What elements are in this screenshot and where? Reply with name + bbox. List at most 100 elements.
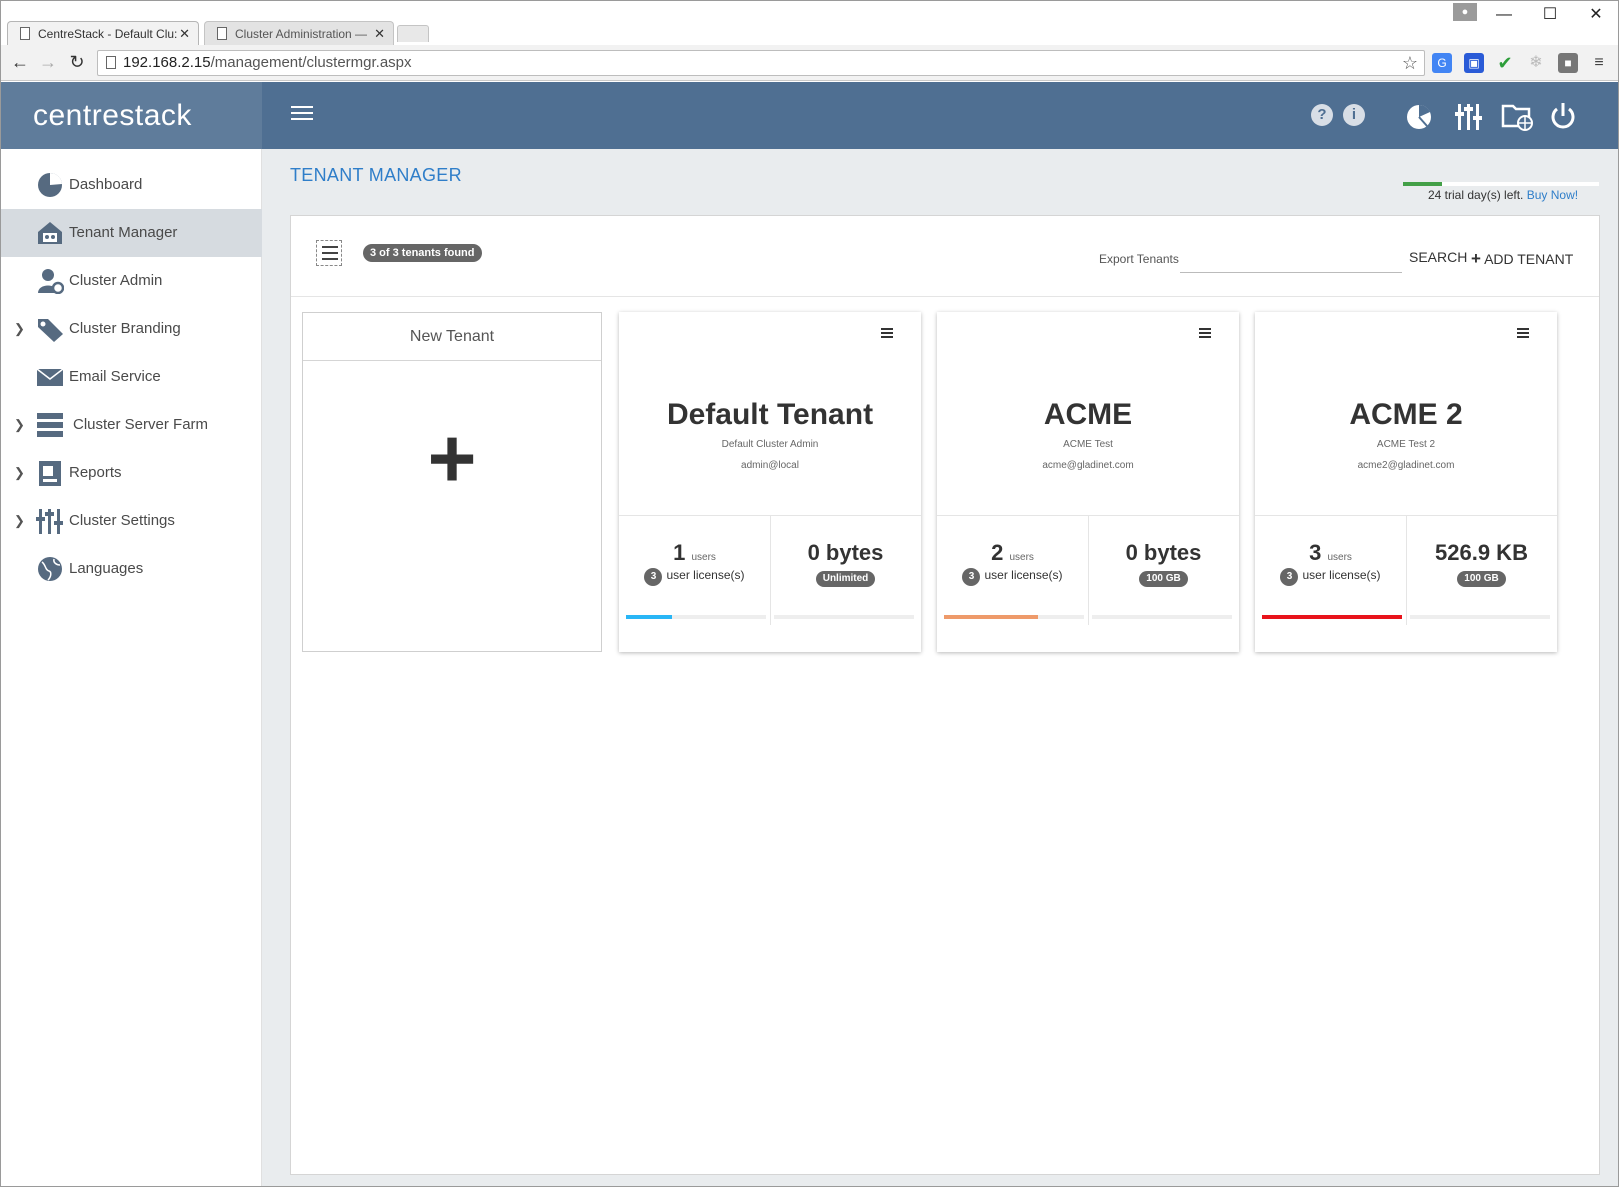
plus-icon[interactable]: + bbox=[303, 408, 601, 508]
search-button[interactable]: SEARCH bbox=[1409, 249, 1467, 265]
sidebar-item-label: Tenant Manager bbox=[69, 224, 178, 241]
browser-tab-inactive[interactable]: Cluster Administration — ✕ bbox=[204, 21, 394, 45]
sidebar-item-tenant-manager[interactable]: Tenant Manager bbox=[1, 209, 262, 257]
info-icon[interactable]: i bbox=[1343, 104, 1365, 126]
chevron-right-icon[interactable]: ❯ bbox=[14, 449, 25, 497]
chrome-menu-icon[interactable]: ≡ bbox=[1589, 53, 1609, 73]
shield-extension-icon[interactable]: ■ bbox=[1558, 53, 1578, 73]
folder-globe-icon[interactable] bbox=[1501, 98, 1535, 132]
address-bar[interactable]: 192.168.2.15/management/clustermgr.aspx … bbox=[97, 50, 1425, 76]
reload-icon[interactable]: ↻ bbox=[66, 51, 88, 73]
page-info-icon[interactable] bbox=[106, 56, 116, 69]
sidebar-item-cluster-server-farm[interactable]: ❯ Cluster Server Farm bbox=[1, 401, 262, 449]
sidebar-item-label: Cluster Admin bbox=[69, 272, 163, 289]
chevron-right-icon[interactable]: ❯ bbox=[14, 305, 25, 353]
sidebar-item-label: Cluster Branding bbox=[69, 320, 181, 337]
user-usage-bar bbox=[1262, 615, 1402, 619]
tenant-email: acme@gladinet.com bbox=[1042, 460, 1134, 471]
tenant-card[interactable]: ACME ACME Test acme@gladinet.com 2 users… bbox=[937, 312, 1239, 652]
hamburger-menu-icon[interactable] bbox=[291, 102, 313, 124]
browser-toolbar: ← → ↻ 192.168.2.15/management/clustermgr… bbox=[1, 45, 1618, 81]
dashboard-icon bbox=[36, 172, 64, 198]
close-window-button[interactable]: ✕ bbox=[1573, 3, 1618, 27]
trial-progress-fill bbox=[1403, 182, 1443, 186]
sidebar-item-email-service[interactable]: Email Service bbox=[1, 353, 262, 401]
close-tab-icon[interactable]: ✕ bbox=[374, 22, 385, 45]
new-tenant-title: New Tenant bbox=[303, 313, 601, 361]
sidebar-item-label: Dashboard bbox=[69, 176, 143, 193]
tools-icon[interactable] bbox=[1455, 98, 1483, 132]
page-icon bbox=[217, 27, 227, 40]
translate-extension-icon[interactable]: G bbox=[1432, 53, 1452, 73]
tenant-card[interactable]: ACME 2 ACME Test 2 acme2@gladinet.com 3 … bbox=[1255, 312, 1557, 652]
export-tenants-link[interactable]: Export Tenants bbox=[1099, 252, 1179, 266]
globe-icon bbox=[36, 556, 64, 582]
sidebar-item-languages[interactable]: Languages bbox=[1, 545, 262, 593]
main-content: TENANT MANAGER 24 trial day(s) left. Buy… bbox=[262, 149, 1618, 1186]
toolbar-divider bbox=[291, 296, 1599, 297]
branding-tag-icon bbox=[36, 316, 64, 342]
help-icon[interactable]: ? bbox=[1311, 104, 1333, 126]
storage-used: 0 bytes bbox=[807, 540, 884, 565]
user-usage-bar bbox=[626, 615, 766, 619]
screen-extension-icon[interactable]: ▣ bbox=[1464, 53, 1484, 73]
bookmark-star-icon[interactable]: ☆ bbox=[1402, 51, 1418, 75]
sidebar-item-cluster-settings[interactable]: ❯ Cluster Settings bbox=[1, 497, 262, 545]
tenant-name: Default Tenant bbox=[666, 398, 874, 431]
url-text[interactable]: 192.168.2.15/management/clustermgr.aspx bbox=[123, 51, 412, 75]
tenant-description: ACME Test bbox=[1063, 439, 1113, 450]
back-arrow-icon[interactable]: ← bbox=[9, 51, 31, 73]
tab-title: CentreStack - Default Clu: bbox=[38, 27, 178, 41]
cluster-admin-icon bbox=[36, 268, 65, 295]
new-tab-button[interactable] bbox=[397, 25, 429, 42]
storage-used: 0 bytes bbox=[1125, 540, 1202, 565]
chevron-right-icon[interactable]: ❯ bbox=[14, 401, 25, 449]
sidebar-item-reports[interactable]: ❯ Reports bbox=[1, 449, 262, 497]
list-view-icon[interactable] bbox=[316, 240, 342, 266]
trial-progress-bar bbox=[1403, 182, 1599, 186]
tenant-email: admin@local bbox=[741, 460, 799, 471]
power-icon[interactable] bbox=[1549, 98, 1577, 132]
server-farm-icon bbox=[36, 412, 64, 438]
new-tenant-card[interactable]: New Tenant + bbox=[302, 312, 602, 652]
tenant-description: Default Cluster Admin bbox=[721, 439, 819, 450]
card-menu-icon[interactable] bbox=[1517, 328, 1529, 340]
sidebar-item-dashboard[interactable]: Dashboard bbox=[1, 161, 262, 209]
snowflake-extension-icon[interactable]: ❄ bbox=[1526, 53, 1546, 73]
brand-logo[interactable]: centrestack bbox=[1, 82, 262, 149]
user-usage-bar bbox=[944, 615, 1084, 619]
tenant-name: ACME bbox=[1043, 398, 1133, 431]
add-tenant-button[interactable]: + ADD TENANT bbox=[1471, 249, 1573, 269]
minimize-button[interactable]: — bbox=[1481, 3, 1527, 27]
buy-now-link[interactable]: Buy Now! bbox=[1527, 188, 1578, 202]
browser-tab-active[interactable]: CentreStack - Default Clu: ✕ bbox=[7, 21, 199, 45]
forward-arrow-icon[interactable]: → bbox=[37, 51, 59, 73]
sidebar-item-cluster-admin[interactable]: Cluster Admin bbox=[1, 257, 262, 305]
maximize-button[interactable]: ☐ bbox=[1527, 3, 1573, 27]
card-menu-icon[interactable] bbox=[1199, 328, 1211, 340]
tab-strip: CentreStack - Default Clu: ✕ Cluster Adm… bbox=[1, 1, 1618, 45]
plus-icon: + bbox=[1471, 249, 1481, 268]
user-count: 1 users bbox=[673, 540, 716, 565]
storage-quota: Unlimited bbox=[770, 568, 921, 587]
tenant-card[interactable]: Default Tenant Default Cluster Admin adm… bbox=[619, 312, 921, 652]
centrestack-app: centrestack ? i Dashboard Tenant Manager… bbox=[1, 82, 1618, 1186]
storage-quota: 100 GB bbox=[1406, 568, 1557, 587]
license-count: 3 user license(s) bbox=[937, 568, 1088, 586]
close-tab-icon[interactable]: ✕ bbox=[179, 22, 190, 45]
user-profile-icon[interactable]: ● bbox=[1453, 3, 1477, 21]
sidebar-item-cluster-branding[interactable]: ❯ Cluster Branding bbox=[1, 305, 262, 353]
sidebar-item-label: Cluster Server Farm bbox=[73, 416, 209, 433]
sidebar-item-label: Reports bbox=[69, 464, 122, 481]
tenant-panel: 3 of 3 tenants found Export Tenants SEAR… bbox=[290, 215, 1600, 1175]
storage-quota: 100 GB bbox=[1088, 568, 1239, 587]
chevron-right-icon[interactable]: ❯ bbox=[14, 497, 25, 545]
license-count: 3 user license(s) bbox=[1255, 568, 1406, 586]
envelope-icon bbox=[36, 364, 64, 390]
license-count: 3 user license(s) bbox=[619, 568, 770, 586]
checkmark-extension-icon[interactable]: ✔ bbox=[1495, 53, 1515, 73]
search-input[interactable] bbox=[1180, 272, 1402, 273]
reports-icon bbox=[36, 460, 64, 486]
card-menu-icon[interactable] bbox=[881, 328, 893, 340]
dashboard-icon[interactable] bbox=[1405, 98, 1433, 132]
